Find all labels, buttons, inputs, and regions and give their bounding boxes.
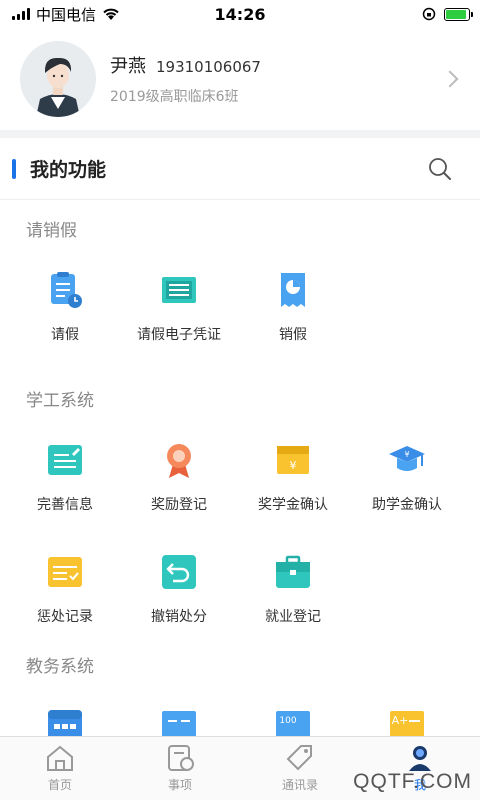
academic-item-score[interactable]: 100	[236, 682, 350, 741]
leave-certificate-icon	[159, 270, 199, 310]
revoke-penalty-button[interactable]: 撤销处分	[122, 528, 236, 640]
leave-cancel-label: 销假	[279, 327, 307, 343]
edit-info-button[interactable]: 完善信息	[8, 416, 122, 528]
award-medal-icon	[159, 440, 199, 480]
scholarship-confirm-button[interactable]: ¥ 奖学金确认	[236, 416, 350, 528]
avatar	[20, 41, 96, 117]
leave-cancel-icon	[273, 270, 313, 310]
leave-certificate-label: 请假电子凭证	[137, 327, 221, 343]
watermark: QQTF.COM	[353, 770, 472, 793]
academic-grid: 100 A+	[0, 682, 480, 742]
award-register-button[interactable]: 奖励登记	[122, 416, 236, 528]
tab-contacts[interactable]: 通讯录	[240, 737, 360, 800]
academic-item-grade[interactable]: A+	[350, 682, 464, 741]
penalty-record-button[interactable]: 惩处记录	[8, 528, 122, 640]
tab-home[interactable]: 首页	[0, 737, 120, 800]
svg-text:¥: ¥	[404, 450, 409, 459]
penalty-record-label: 惩处记录	[37, 609, 93, 625]
employment-register-label: 就业登记	[265, 609, 321, 625]
contacts-tag-icon	[286, 745, 312, 771]
carrier-label: 中国电信	[36, 5, 97, 24]
svg-text:A+: A+	[392, 714, 409, 727]
search-icon[interactable]	[428, 157, 452, 181]
academic-item-calendar[interactable]	[8, 682, 122, 742]
leave-cancel-button[interactable]: 销假	[236, 246, 350, 364]
battery-icon	[444, 7, 473, 21]
chevron-right-icon[interactable]	[441, 70, 459, 88]
bottom-tab-bar: 首页 事项 通讯录 我 QQTF.COM	[0, 736, 480, 800]
academic-item-card[interactable]	[122, 682, 236, 741]
grant-cap-icon: ¥	[387, 440, 427, 480]
section-accent-bar	[12, 158, 16, 179]
status-left: 中国电信	[12, 4, 120, 25]
user-name: 尹燕	[110, 56, 146, 77]
employment-register-button[interactable]: 就业登记	[236, 528, 350, 640]
svg-text:100: 100	[279, 716, 296, 726]
leave-grid: 请假 请假电子凭证 销假	[0, 246, 480, 364]
revoke-penalty-label: 撤销处分	[151, 609, 207, 625]
leave-request-label: 请假	[51, 327, 79, 343]
scholarship-confirm-label: 奖学金确认	[258, 497, 328, 513]
leave-request-button[interactable]: 请假	[8, 246, 122, 364]
award-register-label: 奖励登记	[151, 497, 207, 513]
leave-certificate-button[interactable]: 请假电子凭证	[122, 246, 236, 364]
status-right	[422, 7, 473, 21]
leave-request-icon	[45, 270, 85, 310]
penalty-record-icon	[45, 552, 85, 592]
employment-briefcase-icon	[273, 552, 313, 592]
revoke-icon	[159, 552, 199, 592]
tab-home-label: 首页	[47, 778, 72, 792]
student-affairs-grid: 完善信息 奖励登记 ¥ 奖学金确认 ¥ 助学金确认 惩处记录 撤销处分 就业登记	[0, 416, 480, 640]
section-title-academic: 教务系统	[26, 657, 94, 677]
tab-tasks-label: 事项	[167, 778, 192, 792]
functions-title: 我的功能	[30, 159, 107, 181]
wifi-icon	[103, 8, 119, 20]
tab-contacts-label: 通讯录	[281, 778, 318, 792]
section-title-leave: 请销假	[26, 221, 77, 241]
tab-tasks[interactable]: 事项	[120, 737, 240, 800]
profile-card[interactable]: 尹燕 19310106067 2019级高职临床6班	[0, 28, 480, 130]
home-icon	[47, 745, 73, 771]
rotation-lock-icon	[422, 7, 436, 21]
grant-confirm-button[interactable]: ¥ 助学金确认	[350, 416, 464, 528]
tasks-icon	[168, 745, 194, 771]
divider	[0, 130, 480, 138]
profile-info: 尹燕 19310106067 2019级高职临床6班	[110, 52, 444, 106]
svg-text:¥: ¥	[290, 459, 297, 472]
edit-info-label: 完善信息	[37, 497, 93, 513]
scholarship-icon: ¥	[273, 440, 313, 480]
signal-icon	[12, 8, 30, 20]
functions-header: 我的功能	[0, 138, 480, 200]
user-phone: 19310106067	[156, 58, 261, 76]
me-icon	[409, 746, 431, 771]
section-title-student-affairs: 学工系统	[26, 391, 94, 411]
grant-confirm-label: 助学金确认	[372, 497, 442, 513]
status-bar: 中国电信 14:26	[0, 0, 480, 28]
edit-info-icon	[45, 440, 85, 480]
user-class: 2019级高职临床6班	[110, 89, 239, 105]
